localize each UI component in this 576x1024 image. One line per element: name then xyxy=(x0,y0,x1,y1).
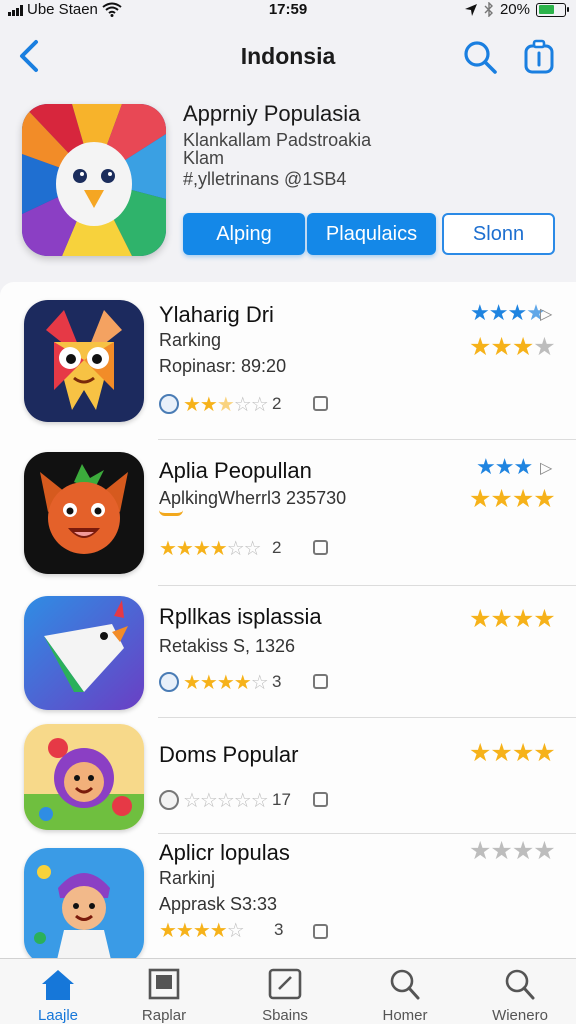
app-category: Rarkinj xyxy=(159,868,216,888)
list-item[interactable]: Doms Popular ☆☆☆☆☆ 17 ★★★★ xyxy=(0,718,576,834)
select-checkbox[interactable] xyxy=(313,396,328,411)
status-bar: Ube Staen 17:59 20% xyxy=(0,0,576,22)
badge-icon xyxy=(159,672,179,692)
tab-homer[interactable]: Homer xyxy=(347,959,463,1024)
search-icon xyxy=(464,41,497,74)
search-icon xyxy=(390,969,420,1000)
tab-laajle[interactable]: Laajle xyxy=(0,959,116,1024)
list-item[interactable]: Ylaharig Dri Rarking Ropinasr: 89:20 ★★★… xyxy=(0,282,576,440)
app-icon xyxy=(24,452,144,574)
rating-stars: ☆☆☆☆☆ xyxy=(183,790,269,812)
navigation-bar: Indonsia xyxy=(0,26,576,86)
app-category: Rarking xyxy=(159,330,222,350)
share-icon xyxy=(524,39,554,74)
rating-stars: ★★★☆☆ xyxy=(183,394,269,416)
app-meta: Retakiss S, 1326 xyxy=(159,636,296,656)
featured-subtitle-2: Klam xyxy=(183,148,225,168)
big-rating-stars: ★★★★ xyxy=(469,739,556,767)
header-stars: ★★★★ xyxy=(470,300,546,325)
app-meta: Apprask S3:33 xyxy=(159,894,278,914)
tab-label: Raplar xyxy=(141,1007,187,1024)
rating-stars: ★★★★☆ xyxy=(183,672,269,694)
location-icon xyxy=(464,3,477,16)
app-name: Doms Popular xyxy=(159,742,299,767)
list-item[interactable]: Aplia Peopullan AplkingWherrl3 235730 ★★… xyxy=(0,440,576,586)
book-icon xyxy=(148,968,180,1000)
rating-count: 3 xyxy=(272,672,282,691)
tab-sbains[interactable]: Sbains xyxy=(227,959,343,1024)
big-rating-stars: ★★★★ xyxy=(469,485,556,513)
edit-icon xyxy=(268,968,302,1000)
girl-character-icon xyxy=(24,848,144,958)
tab-label: Laajle xyxy=(37,1007,79,1024)
bird-icon xyxy=(24,596,144,710)
featured-app: Apprniy Populasia Klankallam Padstroakia… xyxy=(0,100,576,270)
app-meta: Ropinasr: 89:20 xyxy=(159,356,287,376)
rating-count: 2 xyxy=(272,394,282,413)
list-item[interactable]: Rpllkas isplassia Retakiss S, 1326 ★★★★☆… xyxy=(0,586,576,718)
rating-count: 2 xyxy=(272,538,282,557)
header-stars: ★★★ xyxy=(476,454,533,479)
tab-label: Wienero xyxy=(492,1007,548,1024)
app-icon xyxy=(24,300,144,422)
app-name: Ylaharig Dri xyxy=(159,302,274,327)
bluetooth-icon xyxy=(484,2,493,17)
rating-stars: ★★★★☆☆ xyxy=(159,538,262,560)
select-checkbox[interactable] xyxy=(313,540,328,555)
select-checkbox[interactable] xyxy=(313,924,328,939)
chevron-right-icon: ▷ xyxy=(540,306,553,323)
plaqulaics-button[interactable]: Plaqulaics xyxy=(307,213,436,255)
share-button[interactable] xyxy=(520,38,558,76)
app-icon xyxy=(24,724,144,830)
tab-label: Homer xyxy=(382,1007,428,1024)
app-name: Rpllkas isplassia xyxy=(159,604,322,629)
app-icon xyxy=(24,848,144,958)
big-rating-stars: ★★★★ xyxy=(469,333,556,361)
smile-mark xyxy=(159,510,183,516)
battery-icon xyxy=(536,2,569,17)
app-name: Aplicr lopulas xyxy=(159,840,290,865)
featured-tag: #,ylletrinans @1SB4 xyxy=(183,169,347,189)
select-checkbox[interactable] xyxy=(313,792,328,807)
home-icon xyxy=(42,970,74,1000)
battery-percent: 20% xyxy=(499,1,530,18)
select-checkbox[interactable] xyxy=(313,674,328,689)
tab-bar: Laajle Raplar Sbains Homer Wienero xyxy=(0,958,576,1024)
badge-icon xyxy=(159,790,179,810)
app-name: Aplia Peopullan xyxy=(159,458,312,483)
rating-count: 3 xyxy=(274,920,284,939)
search-button[interactable] xyxy=(462,39,498,75)
tab-wienero[interactable]: Wienero xyxy=(462,959,576,1024)
big-rating-stars: ★★★★ xyxy=(469,605,556,633)
badge-icon xyxy=(159,394,179,414)
search-icon xyxy=(505,969,535,1000)
alping-button[interactable]: Alping xyxy=(183,213,305,255)
slonn-button[interactable]: Slonn xyxy=(442,213,555,255)
owl-mascot-icon xyxy=(24,300,144,422)
rating-stars: ★★★★☆ xyxy=(159,920,245,942)
featured-title: Apprniy Populasia xyxy=(183,101,361,126)
fox-mascot-icon xyxy=(24,452,144,574)
app-list: Ylaharig Dri Rarking Ropinasr: 89:20 ★★★… xyxy=(0,282,576,958)
big-rating-stars: ★★★★ xyxy=(469,837,556,865)
featured-app-icon[interactable] xyxy=(22,104,166,256)
list-item[interactable]: Aplicr lopulas Rarkinj Apprask S3:33 ★★★… xyxy=(0,834,576,958)
app-icon xyxy=(24,596,144,710)
character-icon xyxy=(24,724,144,830)
rating-count: 17 xyxy=(272,790,291,809)
tab-raplar[interactable]: Raplar xyxy=(106,959,222,1024)
chevron-right-icon: ▷ xyxy=(540,460,553,477)
bird-mascot-icon xyxy=(22,104,166,256)
tab-label: Sbains xyxy=(262,1007,308,1024)
app-meta: AplkingWherrl3 235730 xyxy=(159,488,347,508)
